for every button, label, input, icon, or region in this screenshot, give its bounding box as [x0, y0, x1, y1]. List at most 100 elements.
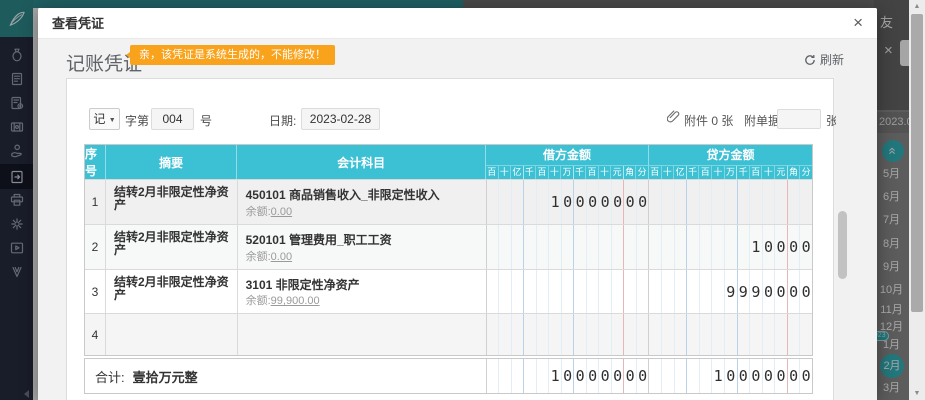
digit-column-label: 千: [524, 166, 537, 179]
digit-cell: [637, 314, 649, 355]
digit-column-label: 分: [636, 166, 648, 179]
digit-column-label: 万: [725, 166, 738, 179]
debit-digit-columns: 百十亿千百十万千百十元角分: [486, 166, 649, 179]
digit-cell: [788, 180, 801, 224]
modal-close-icon[interactable]: ×: [853, 8, 863, 38]
digit-cell: [763, 314, 776, 355]
modal-scrollbar-thumb[interactable]: [838, 211, 847, 279]
digit-cell: [687, 225, 700, 269]
modal-scrollbar[interactable]: [836, 70, 850, 400]
voucher-row: 1结转2月非限定性净资产450101 商品销售收入_非限定性收入余额:0.001…: [85, 179, 812, 224]
row-summary: 结转2月非限定性净资产: [106, 180, 238, 224]
digit-column-label: 千: [687, 166, 700, 179]
digit-cell: 0: [775, 225, 788, 269]
digit-cell: [662, 225, 675, 269]
row-credit-amount: 9990000: [649, 270, 812, 313]
digit-cell: [524, 180, 537, 224]
digit-cell: [512, 270, 525, 313]
subject-text: 520101 管理费用_职工工资: [246, 233, 392, 247]
digit-cell: [537, 180, 550, 224]
digit-cell: 0: [612, 180, 625, 224]
digit-cell: [512, 225, 525, 269]
digit-cell: [687, 314, 700, 355]
digit-cell: [649, 314, 662, 355]
balance-label: 余额:: [246, 295, 271, 307]
balance-label: 余额:: [246, 206, 271, 218]
row-subject: 520101 管理费用_职工工资余额:0.00: [238, 225, 487, 269]
balance-value[interactable]: 0.00: [271, 251, 292, 263]
digit-cell: [725, 180, 738, 224]
digit-cell: 0: [725, 359, 738, 393]
digit-cell: [700, 314, 713, 355]
credit-digit-columns: 百十亿千百十万千百十元角分: [649, 166, 812, 179]
digit-cell: [700, 225, 713, 269]
digit-column-label: 亿: [674, 166, 687, 179]
voucher-row: 2结转2月非限定性净资产520101 管理费用_职工工资余额:0.0010000: [85, 224, 812, 269]
balance-value[interactable]: 99,900.00: [271, 295, 320, 307]
balance-value[interactable]: 0.00: [271, 206, 292, 218]
col-header-debit: 借方金额: [486, 145, 649, 166]
digit-cell: [624, 270, 637, 313]
digit-column-label: 元: [611, 166, 624, 179]
attachment-label[interactable]: 附件 0 张: [684, 112, 733, 129]
scrollbar-up-arrow[interactable]: ▲: [909, 3, 925, 10]
digit-cell: 0: [788, 359, 801, 393]
digit-cell: [712, 314, 725, 355]
voucher-word-select[interactable]: 记 ▼: [89, 108, 120, 130]
digit-cell: [725, 314, 738, 355]
digit-cell: 0: [637, 359, 649, 393]
digit-cell: [649, 225, 662, 269]
digit-cell: 9: [725, 270, 738, 313]
digit-cell: 0: [750, 359, 763, 393]
digit-cell: 0: [624, 180, 637, 224]
refresh-icon: [804, 54, 816, 66]
refresh-label: 刷新: [820, 51, 844, 68]
voucher-table-header: 序号 摘要 会计科目 借方金额 贷方金额 百十亿千百十万千百十元角分 百十亿千百…: [85, 145, 812, 179]
screen: 友 × 2023.0 « 5月6月7月8月9月10月11月12月1月 2023 …: [0, 0, 925, 400]
digit-cell: [687, 359, 700, 393]
total-debit-amount: 10000000: [487, 359, 650, 393]
digit-cell: 1: [712, 359, 725, 393]
date-input[interactable]: 2023-02-28: [301, 108, 380, 130]
row-subject: [238, 314, 487, 355]
no-suffix-label: 号: [200, 112, 212, 129]
balance-label: 余额:: [246, 251, 271, 263]
receipt-count-input[interactable]: [777, 109, 821, 129]
row-debit-amount: [487, 225, 650, 269]
app-scrollbar[interactable]: ▲ ▼: [909, 0, 925, 400]
digit-cell: 1: [549, 359, 562, 393]
digit-cell: [537, 359, 550, 393]
voucher-number-input[interactable]: 004: [151, 108, 194, 130]
digit-cell: [549, 314, 562, 355]
digit-cell: 0: [587, 180, 600, 224]
digit-cell: 0: [738, 359, 751, 393]
total-credit-amount: 10000000: [649, 359, 812, 393]
digit-column-label: 百: [649, 166, 662, 179]
digit-cell: [599, 225, 612, 269]
row-number: 2: [85, 225, 106, 269]
digit-cell: [700, 359, 713, 393]
row-summary: [106, 314, 238, 355]
digit-column-label: 百: [750, 166, 763, 179]
digit-column-label: 角: [788, 166, 801, 179]
digit-cell: [587, 270, 600, 313]
digit-cell: [574, 225, 587, 269]
row-number: 3: [85, 270, 106, 313]
voucher-row: 4: [85, 313, 812, 355]
digit-cell: 0: [562, 359, 575, 393]
digit-cell: [512, 314, 525, 355]
voucher-word: 记: [93, 112, 105, 126]
digit-cell: 0: [800, 270, 812, 313]
digit-cell: [612, 225, 625, 269]
refresh-button[interactable]: 刷新: [804, 51, 844, 68]
scrollbar-thumb[interactable]: [911, 14, 923, 312]
digit-cell: 0: [775, 270, 788, 313]
digit-cell: [725, 225, 738, 269]
digit-cell: [712, 180, 725, 224]
receipt-label: 附单据: [744, 112, 780, 129]
row-credit-amount: 10000: [649, 225, 812, 269]
paperclip-icon: [667, 110, 680, 124]
scrollbar-down-arrow[interactable]: ▼: [909, 390, 925, 397]
chevron-down-icon: ▼: [109, 117, 116, 124]
digit-cell: [574, 270, 587, 313]
